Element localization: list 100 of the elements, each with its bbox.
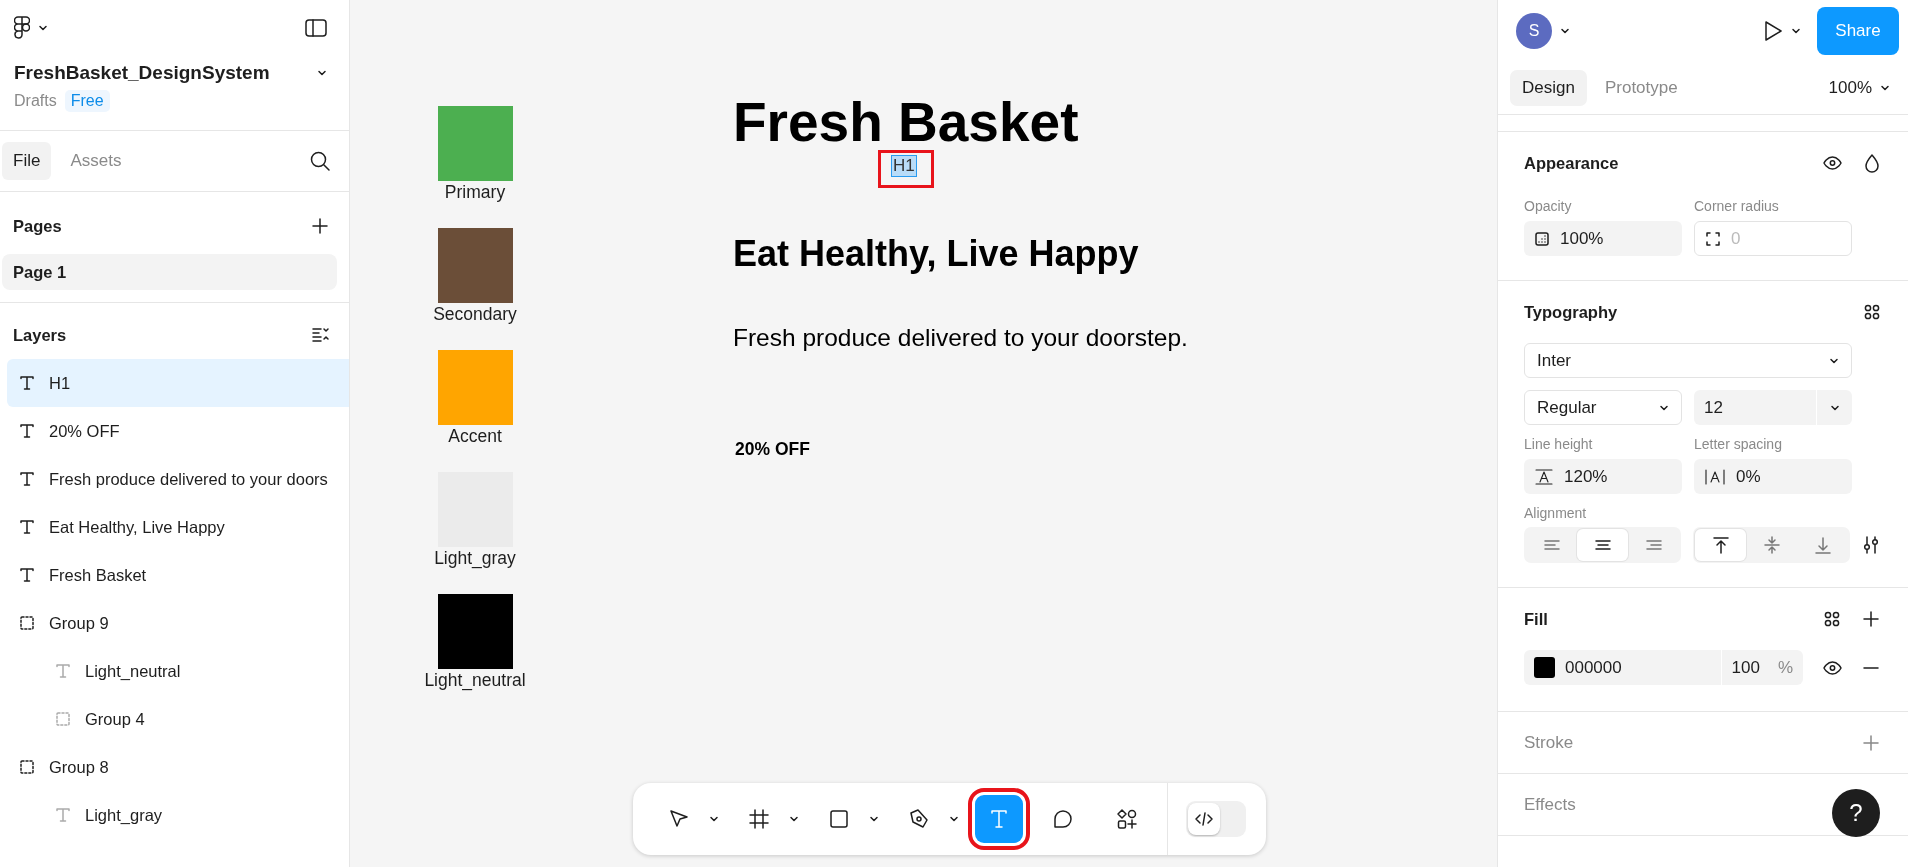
sidebar-tab[interactable]: File xyxy=(2,142,52,180)
shapes-icon xyxy=(1116,808,1138,830)
text-label[interactable]: H1 xyxy=(892,156,916,176)
text-layer-icon xyxy=(19,375,35,391)
fill-field[interactable]: 000000 100 % xyxy=(1524,650,1803,685)
swatch-label: Light_gray xyxy=(434,548,516,569)
layer-item[interactable]: Fresh Basket xyxy=(7,551,349,599)
opacity-icon xyxy=(1534,230,1550,247)
text-layer-icon xyxy=(19,471,35,487)
caret-icon[interactable] xyxy=(38,23,48,33)
subheading-text: Eat Healthy, Live Happy xyxy=(733,233,1139,275)
add-icon[interactable] xyxy=(311,217,329,235)
caret-icon[interactable] xyxy=(949,814,959,824)
text-tool-icon xyxy=(988,808,1010,830)
align-top-icon xyxy=(1710,536,1731,554)
section-title: Layers xyxy=(13,325,67,345)
corner-radius-icon xyxy=(1705,231,1721,247)
layer-item[interactable]: Group 4 xyxy=(7,695,349,743)
styles-icon[interactable] xyxy=(1864,304,1880,320)
caret-icon[interactable] xyxy=(1880,83,1890,93)
align-middle-icon xyxy=(1761,536,1782,554)
file-name[interactable]: FreshBasket_DesignSystem xyxy=(14,62,270,84)
line-height-icon xyxy=(1534,467,1554,486)
eye-icon[interactable] xyxy=(1823,154,1842,172)
type-settings-icon[interactable] xyxy=(1862,535,1880,555)
field-label: Alignment xyxy=(1524,505,1588,521)
section-title: Pages xyxy=(13,216,62,236)
layer-item[interactable]: H1 xyxy=(7,359,349,407)
line-height-field[interactable]: 120% xyxy=(1524,459,1682,494)
caret-icon[interactable] xyxy=(1791,26,1801,36)
align-horizontal-button[interactable] xyxy=(1577,529,1628,561)
text-layer-icon xyxy=(55,663,71,679)
file-location[interactable]: Drafts xyxy=(14,92,57,110)
layer-item[interactable]: Group 8 xyxy=(7,743,349,791)
eye-icon[interactable] xyxy=(1823,658,1842,677)
field-label: Corner radius xyxy=(1694,198,1780,214)
section-title: Fill xyxy=(1524,609,1548,629)
field-label: Line height xyxy=(1524,436,1594,452)
zoom-level[interactable]: 100% xyxy=(1828,78,1872,98)
caret-icon[interactable] xyxy=(789,814,799,824)
field-label: Letter spacing xyxy=(1694,436,1783,452)
layer-item[interactable]: 20% OFF xyxy=(7,407,349,455)
corner-radius-field[interactable]: 0 xyxy=(1694,221,1852,256)
group-layer-icon xyxy=(19,759,35,775)
field-label: Opacity xyxy=(1524,198,1573,214)
font-style-dropdown[interactable]: Regular xyxy=(1524,390,1682,425)
group-layer-icon xyxy=(55,711,71,727)
play-icon[interactable] xyxy=(1763,20,1783,42)
swatch-label: Secondary xyxy=(433,304,517,325)
pen-icon xyxy=(908,808,930,830)
text-layer-icon xyxy=(19,423,35,439)
group-layer-icon xyxy=(19,615,35,631)
logo-icon[interactable] xyxy=(14,16,30,40)
offer-text: 20% OFF xyxy=(735,439,810,460)
sidebar-tab[interactable]: Assets xyxy=(59,142,133,180)
panel-tab[interactable]: Prototype xyxy=(1592,70,1690,106)
section-title: Typography xyxy=(1524,302,1618,322)
color-chip[interactable] xyxy=(1534,657,1555,678)
swatch-label: Light_neutral xyxy=(424,670,526,691)
caret-icon[interactable] xyxy=(317,68,327,78)
panel-tab[interactable]: Design xyxy=(1510,70,1587,106)
heading-text: Fresh Basket xyxy=(733,90,1079,154)
text-layer-icon xyxy=(19,519,35,535)
section-title: Stroke xyxy=(1524,732,1574,753)
swatch-label: Primary xyxy=(444,182,506,203)
align-bottom-icon xyxy=(1812,536,1833,554)
swatch-label: Accent xyxy=(448,426,502,447)
caret-icon[interactable] xyxy=(1560,26,1570,36)
frame-icon xyxy=(748,808,770,830)
caret-icon[interactable] xyxy=(869,814,879,824)
styles-icon[interactable] xyxy=(1824,611,1840,627)
font-dropdown[interactable]: Inter xyxy=(1524,343,1852,378)
user-avatar[interactable]: S xyxy=(1516,13,1552,49)
pointer-icon xyxy=(668,808,690,830)
font-size-field[interactable]: 12 xyxy=(1694,390,1852,425)
letter-spacing-field[interactable]: 0% xyxy=(1694,459,1852,494)
letter-spacing-icon xyxy=(1704,467,1726,486)
add-icon[interactable] xyxy=(1862,610,1880,628)
code-icon xyxy=(1194,811,1214,827)
layer-item[interactable]: Light_neutral xyxy=(7,647,349,695)
section-title: Effects xyxy=(1524,794,1576,815)
align-vertical-button[interactable] xyxy=(1695,529,1746,561)
dev-mode-toggle[interactable] xyxy=(1186,801,1246,837)
rectangle-icon xyxy=(828,808,850,830)
sidebar-toggle-icon[interactable] xyxy=(305,19,327,37)
opacity-field[interactable]: 100% xyxy=(1524,221,1682,256)
collapse-layers-icon[interactable] xyxy=(311,326,331,344)
text-layer-icon xyxy=(19,567,35,583)
layer-item[interactable]: Light_gray xyxy=(7,791,349,839)
page-item[interactable]: Page 1 xyxy=(2,254,337,290)
caret-icon[interactable] xyxy=(709,814,719,824)
body-text: Fresh produce delivered to your doorstep. xyxy=(733,324,1188,352)
layer-item[interactable]: Eat Healthy, Live Happy xyxy=(7,503,349,551)
layer-item[interactable]: Fresh produce delivered to your doors xyxy=(7,455,349,503)
text-layer-icon xyxy=(55,807,71,823)
layer-item[interactable]: Group 9 xyxy=(7,599,349,647)
search-icon[interactable] xyxy=(309,150,331,172)
section-title: Appearance xyxy=(1524,153,1619,173)
drop-icon[interactable] xyxy=(1864,153,1880,173)
plan-badge: Free xyxy=(64,90,110,112)
